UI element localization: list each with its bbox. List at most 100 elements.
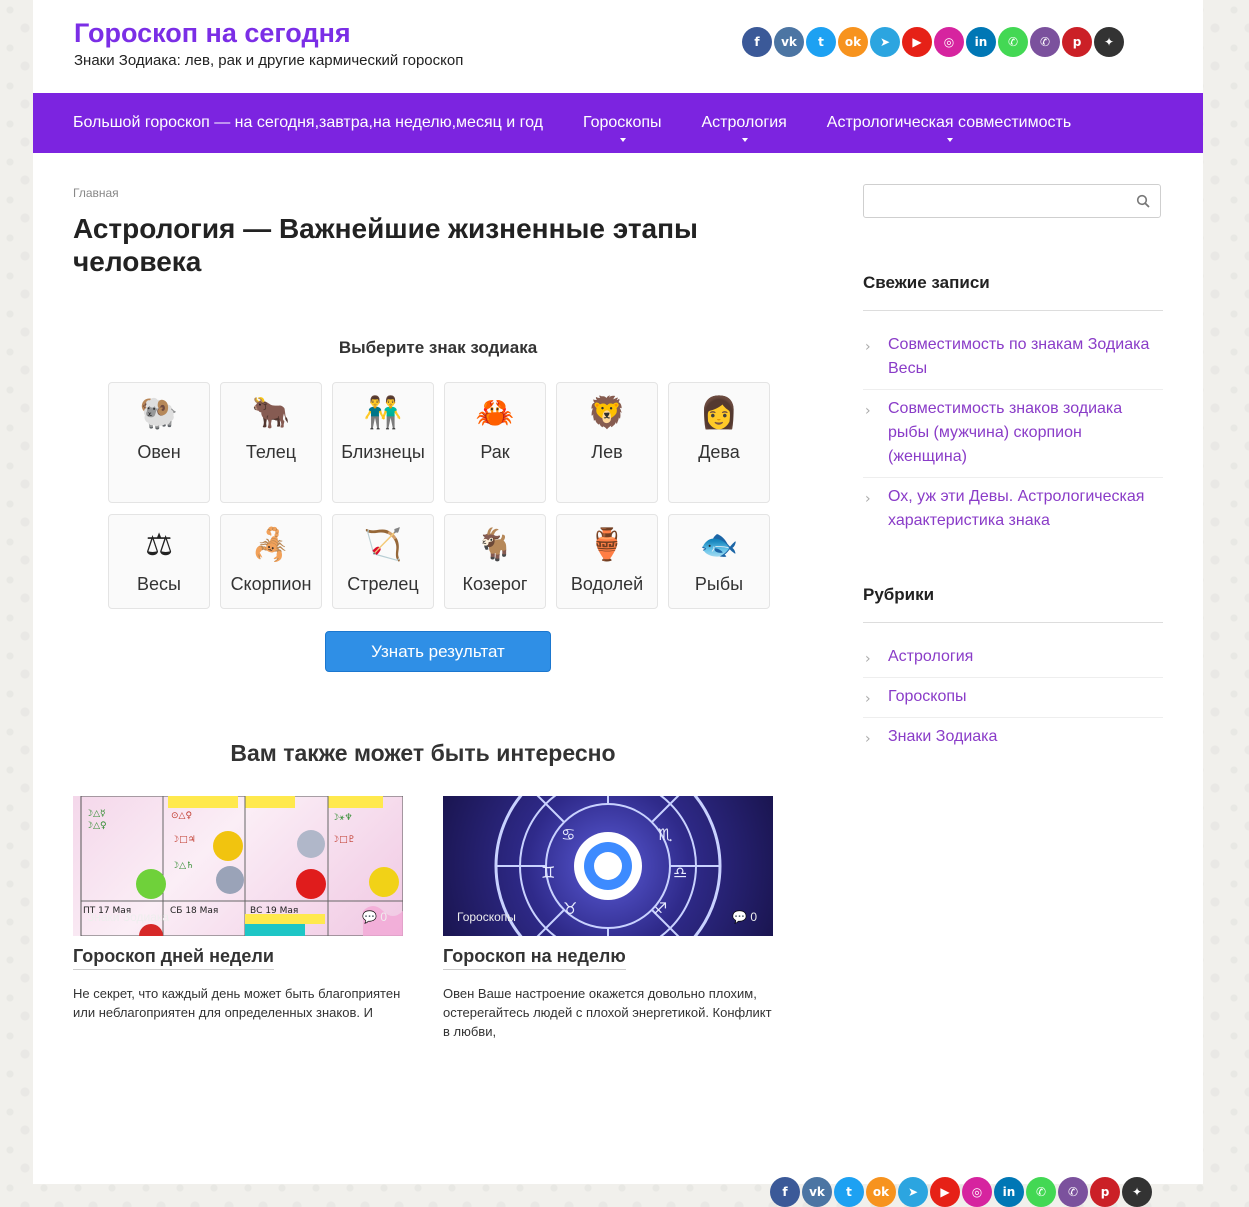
instagram-icon[interactable]: ◎ [934, 27, 964, 57]
search-icon[interactable] [1136, 194, 1150, 208]
yandex-zen-icon[interactable]: ✦ [1094, 27, 1124, 57]
zodiac-option[interactable]: 🏺 Водолей [556, 514, 658, 609]
scales-icon: ⚖ [145, 527, 173, 563]
category-item-link[interactable]: Гороскопы [888, 688, 967, 705]
card-category[interactable]: Знаки Зодиака [87, 910, 169, 924]
recent-post-item: › Совместимость знаков зодиака рыбы (мужч… [863, 390, 1163, 478]
footer-social-links: f vk t ok ➤ ▶ ◎ in ✆ ✆ p ✦ [770, 1177, 1154, 1207]
pinterest-icon[interactable]: p [1062, 27, 1092, 57]
comment-icon: 💬 [732, 910, 747, 924]
pinterest-icon[interactable]: p [1090, 1177, 1120, 1207]
zodiac-sign-label: Козерог [462, 574, 528, 594]
zodiac-option[interactable]: 🐟 Рыбы [668, 514, 770, 609]
whatsapp-icon[interactable]: ✆ [1026, 1177, 1056, 1207]
linkedin-icon[interactable]: in [966, 27, 996, 57]
zodiac-sign-label: Лев [591, 442, 623, 462]
lion-icon: 🦁 [587, 395, 627, 431]
vk-icon[interactable]: vk [802, 1177, 832, 1207]
zodiac-option[interactable]: 🦀 Рак [444, 382, 546, 503]
nav-item-label: Астрологическая совместимость [826, 114, 1072, 131]
youtube-icon[interactable]: ▶ [902, 27, 932, 57]
search-input[interactable] [868, 186, 1132, 218]
youtube-icon[interactable]: ▶ [930, 1177, 960, 1207]
zodiac-option[interactable]: 🐏 Овен [108, 382, 210, 503]
category-item-link[interactable]: Знаки Зодиака [888, 728, 997, 745]
odnoklassniki-icon[interactable]: ok [838, 27, 868, 57]
crab-icon: 🦀 [475, 395, 515, 431]
site-title[interactable]: Гороскоп на сегодня [74, 18, 351, 49]
category-item: › Гороскопы [863, 678, 1163, 718]
recent-post-item-link[interactable]: Совместимость по знакам Зодиака Весы [888, 336, 1149, 377]
recent-post-item: › Совместимость по знакам Зодиака Весы [863, 326, 1163, 390]
card-title[interactable]: Гороскоп дней недели [73, 946, 274, 970]
nav-item-label: Астрология [701, 114, 787, 131]
card-category[interactable]: Гороскопы [457, 910, 516, 924]
breadcrumb-home[interactable]: Главная [73, 186, 119, 200]
viber-icon[interactable]: ✆ [1058, 1177, 1088, 1207]
linkedin-icon[interactable]: in [994, 1177, 1024, 1207]
scorpion-icon: 🦂 [251, 527, 291, 563]
whatsapp-icon[interactable]: ✆ [998, 27, 1028, 57]
facebook-icon[interactable]: f [742, 27, 772, 57]
dropdown-caret-icon [620, 138, 627, 142]
nav-item-horoscopes[interactable]: Гороскопы [583, 114, 662, 142]
svg-text:☽⚹♆: ☽⚹♆ [331, 813, 353, 823]
twitter-icon[interactable]: t [806, 27, 836, 57]
recent-post-item-link[interactable]: Совместимость знаков зодиака рыбы (мужчи… [888, 400, 1122, 465]
zodiac-option[interactable]: 🏹 Стрелец [332, 514, 434, 609]
category-item: › Астрология [863, 638, 1163, 678]
zodiac-sign-label: Рак [480, 442, 510, 462]
zodiac-option[interactable]: 🦁 Лев [556, 382, 658, 503]
search-box [863, 184, 1161, 218]
zodiac-option[interactable]: 👬 Близнецы [332, 382, 434, 503]
svg-text:♎: ♎ [673, 863, 687, 882]
viber-icon[interactable]: ✆ [1030, 27, 1060, 57]
telegram-icon[interactable]: ➤ [870, 27, 900, 57]
zodiac-option[interactable]: 🐂 Телец [220, 382, 322, 503]
svg-text:СБ 18 Мая: СБ 18 Мая [170, 906, 218, 916]
card-thumbnail-zodiac-wheel[interactable]: ♋ ♊ ♏ ♎ ♉ ♐ Гороскопы 💬 0 [443, 796, 773, 936]
svg-text:☽□♇: ☽□♇ [331, 835, 356, 845]
categories-title: Рубрики [863, 585, 935, 604]
zodiac-option[interactable]: ⚖ Весы [108, 514, 210, 609]
zodiac-option[interactable]: 🐐 Козерог [444, 514, 546, 609]
facebook-icon[interactable]: f [770, 1177, 800, 1207]
recent-post-item-link[interactable]: Ох, уж эти Девы. Астрологическая характе… [888, 488, 1144, 529]
vk-icon[interactable]: vk [774, 27, 804, 57]
yandex-zen-icon[interactable]: ✦ [1122, 1177, 1152, 1207]
telegram-icon[interactable]: ➤ [898, 1177, 928, 1207]
page-title: Астрология — Важнейшие жизненные этапы ч… [73, 213, 698, 277]
card-title[interactable]: Гороскоп на неделю [443, 946, 626, 970]
zodiac-sign-label: Телец [245, 442, 297, 462]
category-item-link[interactable]: Астрология [888, 648, 973, 665]
fish-icon: 🐟 [699, 527, 739, 563]
zodiac-option[interactable]: 🦂 Скорпион [220, 514, 322, 609]
zodiac-option[interactable]: 👩 Дева [668, 382, 770, 503]
odnoklassniki-icon[interactable]: ok [866, 1177, 896, 1207]
svg-text:♊: ♊ [541, 863, 555, 882]
svg-text:☽△♀: ☽△♀ [85, 821, 107, 831]
get-result-button[interactable]: Узнать результат [325, 631, 551, 672]
recent-post-item: › Ох, уж эти Девы. Астрологическая характ… [863, 478, 1163, 541]
nav-item-big-horoscope[interactable]: Большой гороскоп — на сегодня,завтра,на … [73, 114, 543, 132]
goat-icon: 🐐 [475, 527, 515, 563]
chevron-right-icon: › [865, 339, 871, 355]
categories-list: › Астрология › Гороскопы › Знаки Зодиака [863, 638, 1163, 757]
zodiac-sign-label: Водолей [570, 574, 644, 594]
related-card: ☽△☿ ☽△♀ ⊙△♀ ☽□♃ ☽△♄ ☽⚹♆ ☽□♇ ПТ 17 Мая СБ… [73, 796, 403, 1022]
nav-item-compatibility[interactable]: Астрологическая совместимость [826, 114, 1072, 142]
nav-item-astrology[interactable]: Астрология [701, 114, 787, 142]
svg-text:♏: ♏ [658, 825, 672, 844]
svg-text:♋: ♋ [561, 825, 575, 844]
divider [863, 310, 1163, 311]
svg-text:☽△♄: ☽△♄ [171, 861, 194, 871]
site-description: Знаки Зодиака: лев, рак и другие кармиче… [74, 52, 464, 69]
dropdown-caret-icon [946, 138, 953, 142]
chevron-right-icon: › [865, 691, 871, 707]
breadcrumb[interactable]: Главная [73, 186, 119, 200]
card-comments-count: 💬 0 [732, 910, 757, 924]
twitter-icon[interactable]: t [834, 1177, 864, 1207]
card-thumbnail-weekday-chart[interactable]: ☽△☿ ☽△♀ ⊙△♀ ☽□♃ ☽△♄ ☽⚹♆ ☽□♇ ПТ 17 Мая СБ… [73, 796, 403, 936]
instagram-icon[interactable]: ◎ [962, 1177, 992, 1207]
zodiac-grid: 🐏 Овен 🐂 Телец 👬 Близнецы 🦀 Рак 🦁 Лев 👩 Дева ⚖ Весы 🦂 С… [108, 382, 770, 609]
